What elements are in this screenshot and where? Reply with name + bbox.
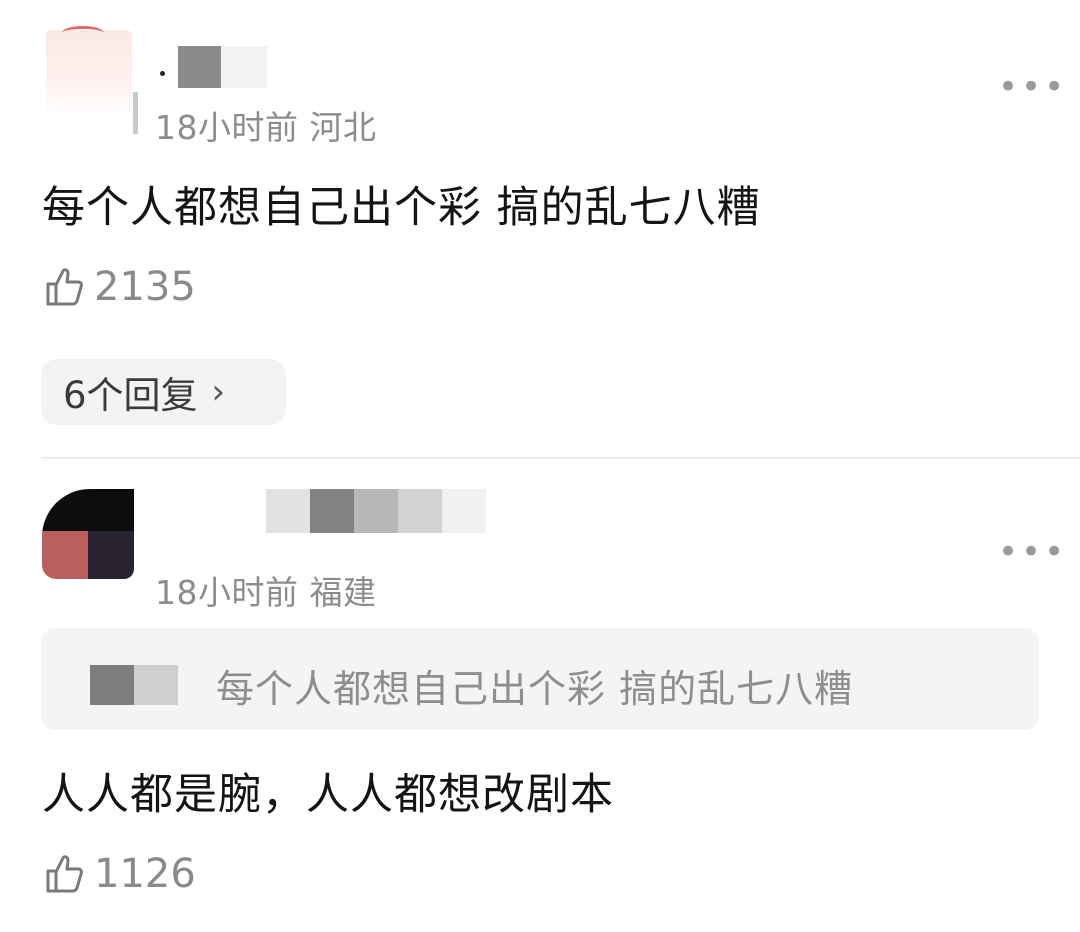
replies-label: 6个回复: [63, 374, 198, 417]
avatar-decoration: [62, 26, 104, 40]
comment-content: 人人都是腕，人人都想改剧本: [42, 770, 614, 820]
thumbs-up-icon: [46, 268, 83, 306]
username-censored-dot: [160, 71, 165, 76]
username-censored[interactable]: [266, 489, 486, 533]
quoted-text: 每个人都想自己出个彩 搞的乱七八糟: [216, 667, 854, 711]
avatar[interactable]: [42, 489, 134, 579]
more-dots-icon[interactable]: •••: [998, 535, 1067, 569]
like-count: 1126: [94, 851, 196, 897]
avatar[interactable]: [46, 30, 132, 118]
more-dots-icon[interactable]: •••: [998, 70, 1067, 104]
comment-meta: 18小时前 河北: [155, 108, 377, 147]
comment-content: 每个人都想自己出个彩 搞的乱七八糟: [42, 183, 761, 233]
username-censored[interactable]: [178, 46, 221, 88]
divider: [42, 457, 1080, 459]
username-censored-light: [221, 46, 267, 88]
thumbs-up-icon: [46, 855, 83, 893]
like-button[interactable]: 2135: [44, 264, 196, 310]
quoted-username-censored-light: [134, 665, 178, 705]
chevron-right-icon: ›: [211, 372, 226, 412]
view-replies-button[interactable]: 6个回复 ›: [41, 359, 286, 425]
like-button[interactable]: 1126: [44, 851, 196, 897]
like-count: 2135: [94, 264, 196, 310]
avatar-edge: [133, 92, 138, 134]
comment-meta: 18小时前 福建: [155, 573, 377, 612]
quoted-username-censored: [90, 665, 134, 705]
